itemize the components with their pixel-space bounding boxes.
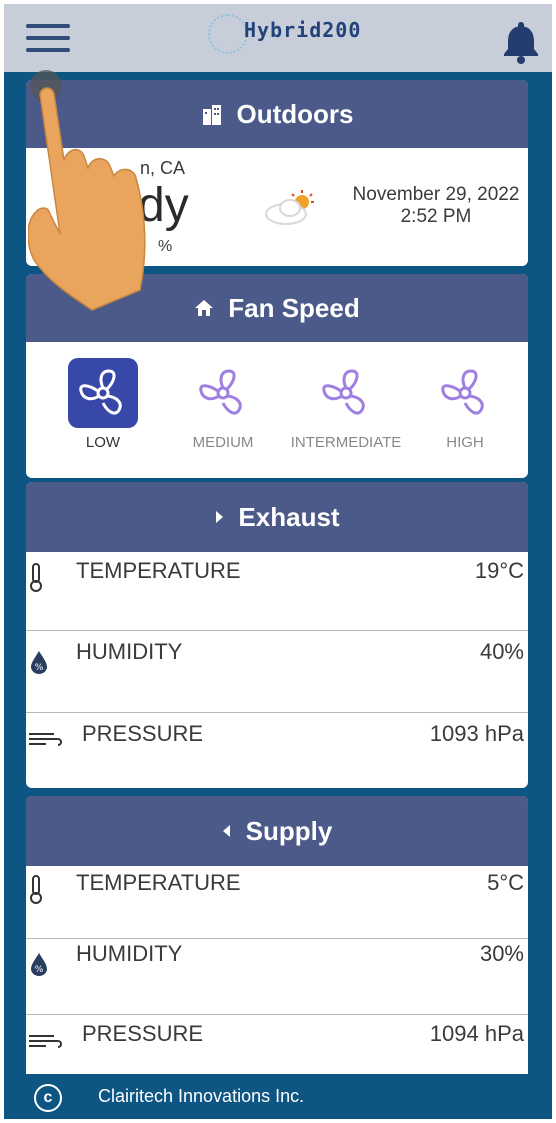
fan-option-label: INTERMEDIATE bbox=[290, 434, 402, 451]
fan-option-intermediate[interactable]: INTERMEDIATE bbox=[278, 358, 414, 451]
supply-humidity-label: HUMIDITY bbox=[76, 941, 183, 966]
fan-option-low[interactable]: LOW bbox=[68, 358, 138, 451]
brand-title: Hybrid200 bbox=[244, 18, 362, 42]
thermometer-icon bbox=[30, 563, 42, 592]
supply-temp-label: TEMPERATURE bbox=[76, 870, 241, 895]
fan-icon bbox=[311, 358, 381, 428]
fan-speed-options: LOW MEDIUM INTERMEDIATE HIGH bbox=[26, 348, 528, 468]
exhaust-row-temperature: TEMPERATURE 19°C bbox=[26, 552, 528, 628]
partly-sunny-icon bbox=[265, 190, 314, 225]
copyright-icon: c bbox=[34, 1084, 62, 1112]
weather-datetime: November 29, 2022 2:52 PM bbox=[346, 184, 526, 228]
wind-icon bbox=[29, 733, 62, 746]
fan-icon bbox=[430, 358, 500, 428]
supply-row-temperature: TEMPERATURE 5°C bbox=[26, 866, 528, 936]
humidity-drop-icon: % bbox=[31, 953, 47, 976]
bell-icon[interactable] bbox=[496, 16, 546, 66]
supply-header[interactable]: Supply bbox=[26, 796, 528, 866]
svg-text:%: % bbox=[35, 965, 44, 975]
fan-option-label: MEDIUM bbox=[192, 434, 254, 451]
exhaust-temp-label: TEMPERATURE bbox=[76, 558, 241, 583]
pointing-hand-icon bbox=[28, 70, 146, 311]
wind-icon bbox=[29, 1035, 62, 1048]
supply-pressure-value: 1094 hPa bbox=[429, 1021, 524, 1046]
logo-icon bbox=[208, 14, 248, 54]
caret-right-icon bbox=[216, 511, 224, 523]
exhaust-row-pressure: PRESSURE 1093 hPa bbox=[26, 712, 528, 788]
fan-speed-title: Fan Speed bbox=[228, 292, 360, 323]
footer: c Clairitech Innovations Inc. bbox=[4, 1074, 552, 1119]
humidity-drop-icon: % bbox=[31, 651, 47, 674]
app-frame: Hybrid200 Outdoors n, CA dy % November 2… bbox=[4, 4, 552, 1119]
exhaust-card[interactable]: Exhaust TEMPERATURE 19°C % HUMIDITY 40% … bbox=[26, 482, 528, 788]
footer-company: Clairitech Innovations Inc. bbox=[98, 1086, 305, 1106]
outdoors-title: Outdoors bbox=[236, 98, 354, 129]
fan-option-label: LOW bbox=[85, 434, 121, 451]
thermometer-icon bbox=[30, 875, 42, 904]
supply-row-humidity: % HUMIDITY 30% bbox=[26, 938, 528, 1013]
caret-left-icon bbox=[222, 825, 230, 837]
top-bar: Hybrid200 bbox=[4, 4, 552, 72]
fan-icon bbox=[68, 358, 138, 428]
supply-temp-value: 5°C bbox=[487, 870, 524, 895]
supply-title: Supply bbox=[245, 815, 333, 846]
fan-option-medium[interactable]: MEDIUM bbox=[178, 358, 268, 451]
supply-pressure-label: PRESSURE bbox=[82, 1021, 204, 1046]
exhaust-pressure-label: PRESSURE bbox=[82, 721, 204, 746]
exhaust-title: Exhaust bbox=[238, 501, 340, 532]
exhaust-humidity-value: 40% bbox=[479, 639, 524, 664]
fan-option-label: HIGH bbox=[446, 434, 484, 451]
svg-text:%: % bbox=[35, 663, 44, 673]
hamburger-menu-icon[interactable] bbox=[26, 24, 70, 56]
exhaust-row-humidity: % HUMIDITY 40% bbox=[26, 630, 528, 711]
weather-date: November 29, 2022 bbox=[352, 184, 520, 205]
exhaust-pressure-value: 1093 hPa bbox=[429, 721, 524, 746]
home-icon bbox=[195, 300, 214, 316]
exhaust-temp-value: 19°C bbox=[474, 558, 524, 583]
fan-icon bbox=[188, 358, 258, 428]
fan-option-high[interactable]: HIGH bbox=[430, 358, 500, 451]
supply-row-pressure: PRESSURE 1094 hPa bbox=[26, 1014, 528, 1074]
weather-time: 2:52 PM bbox=[400, 206, 472, 227]
building-icon bbox=[202, 105, 221, 125]
exhaust-header[interactable]: Exhaust bbox=[26, 482, 528, 552]
supply-card[interactable]: Supply TEMPERATURE 5°C % HUMIDITY 30% PR… bbox=[26, 796, 528, 1074]
exhaust-humidity-label: HUMIDITY bbox=[76, 639, 183, 664]
supply-humidity-value: 30% bbox=[479, 941, 524, 966]
